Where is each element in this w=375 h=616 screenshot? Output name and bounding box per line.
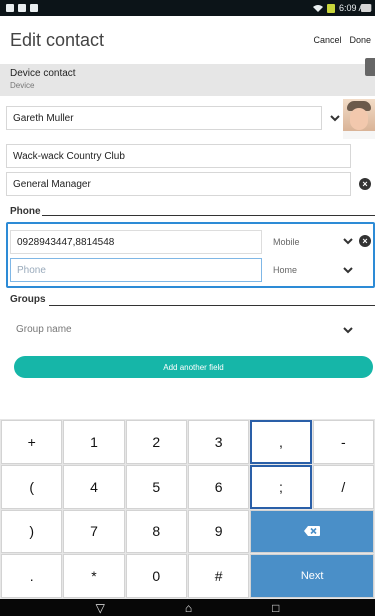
key-2[interactable]: 2 [125,420,187,464]
chevron-down-icon[interactable] [343,265,353,275]
key-open-paren[interactable]: ( [1,464,63,509]
key-1[interactable]: 1 [63,420,125,464]
recent-apps-icon[interactable]: □ [272,601,279,615]
next-key[interactable]: Next [250,554,374,598]
home-notification-icon [18,4,26,12]
account-switch-icon[interactable] [365,58,375,76]
key-3[interactable]: 3 [187,420,250,464]
device-contact-title: Device contact [10,68,76,79]
backspace-key[interactable] [250,509,374,554]
phone-type-label[interactable]: Mobile [273,237,300,247]
header-actions: Cancel Done [313,35,371,45]
remove-phone-icon[interactable]: × [359,235,371,247]
wifi-icon [312,5,323,12]
cancel-button[interactable]: Cancel [313,35,341,45]
key-0[interactable]: 0 [125,554,187,598]
key-semicolon[interactable]: ; [250,464,312,509]
job-title-field[interactable]: General Manager [6,172,351,196]
key-6[interactable]: 6 [187,464,250,509]
phone-number-field[interactable]: 0928943447,8814548 [10,230,262,254]
key-plus[interactable]: + [1,420,63,464]
key-5[interactable]: 5 [125,464,187,509]
avatar[interactable] [343,99,375,139]
key-9[interactable]: 9 [187,509,250,554]
add-another-field-button[interactable]: Add another field [14,356,373,378]
key-7[interactable]: 7 [63,509,125,554]
chevron-down-icon[interactable] [343,325,353,335]
key-slash[interactable]: / [312,464,374,509]
battery-icon [326,3,335,13]
status-left-icons [6,4,38,12]
phone-placeholder: Phone [17,264,46,276]
key-dash[interactable]: - [312,420,374,464]
notification-icon [6,4,14,12]
status-bar: 6:09 AM [0,0,375,16]
keyboard-switch-icon[interactable] [361,4,371,12]
company-field[interactable]: Wack-wack Country Club [6,144,351,168]
key-4[interactable]: 4 [63,464,125,509]
key-close-paren[interactable]: ) [1,509,63,554]
key-period[interactable]: . [1,554,63,598]
phone-type-label[interactable]: Home [273,265,297,275]
chevron-down-icon[interactable] [330,113,340,123]
back-icon[interactable]: ▽ [96,601,105,615]
key-comma[interactable]: , [250,420,312,464]
system-nav-bar: ▽ ⌂ □ [0,599,375,616]
key-asterisk[interactable]: * [63,554,125,598]
phone-section-label: Phone [10,206,41,217]
key-8[interactable]: 8 [125,509,187,554]
app-header: Edit contact Cancel Done [0,16,375,64]
numeric-keyboard: + 1 2 3 , - ( 4 5 6 ; / ) 7 8 9 . * 0 # … [0,419,375,599]
groups-section-divider [49,305,375,306]
key-hash[interactable]: # [187,554,250,598]
page-title: Edit contact [10,29,105,50]
backspace-icon [304,526,321,537]
done-button[interactable]: Done [349,35,371,45]
phone-input[interactable]: Phone [10,258,262,282]
chevron-down-icon[interactable] [343,236,353,246]
device-contact-bar: Device contact Device [0,64,375,96]
home-icon[interactable]: ⌂ [185,601,192,615]
name-field[interactable]: Gareth Muller [6,106,322,130]
image-notification-icon [30,4,38,12]
phone-section-divider [42,215,375,216]
clear-job-title-icon[interactable]: × [359,178,371,190]
group-name-field[interactable]: Group name [16,324,72,335]
device-contact-subtitle: Device [10,81,35,90]
groups-section-label: Groups [10,294,46,305]
